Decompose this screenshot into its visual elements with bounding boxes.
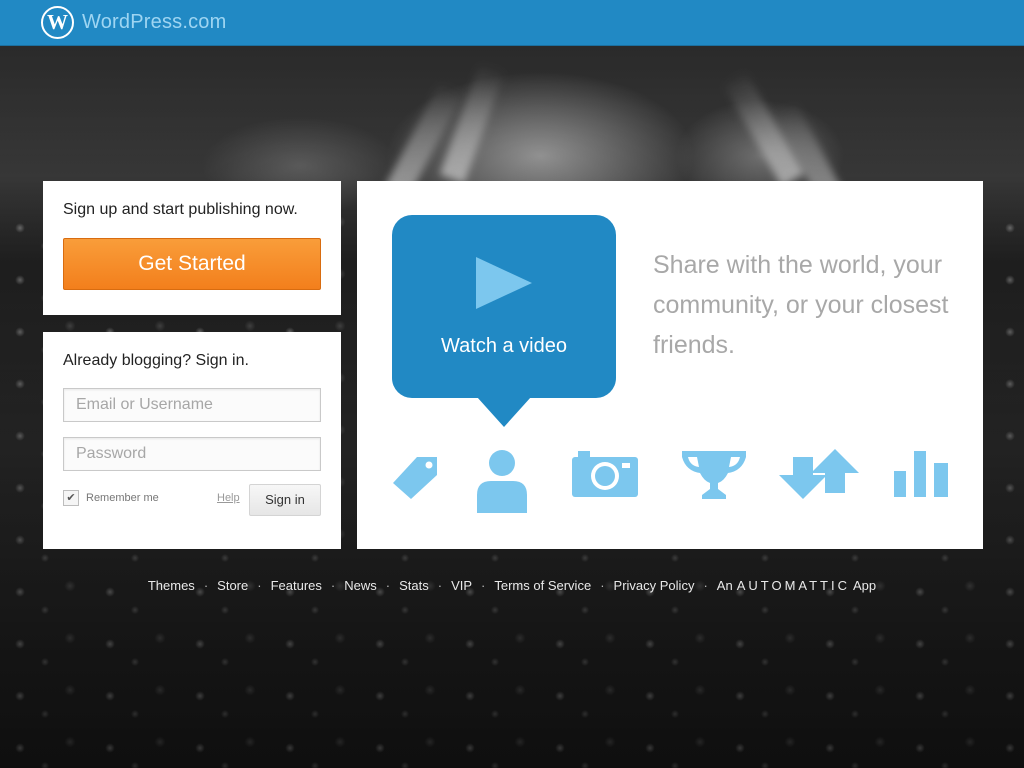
play-icon: [476, 257, 532, 309]
footer-link-privacy[interactable]: Privacy Policy: [614, 578, 695, 593]
footer-link-store[interactable]: Store: [217, 578, 248, 593]
top-bar: W WordPress.com: [0, 0, 1024, 46]
footer-link-stats[interactable]: Stats: [399, 578, 429, 593]
signin-panel: Already blogging? Sign in. ✔ Remember me…: [43, 332, 341, 549]
footer-link-features[interactable]: Features: [271, 578, 322, 593]
promo-panel: Watch a video Share with the world, your…: [357, 181, 983, 549]
wordpress-logo-icon: W: [41, 6, 74, 39]
remember-me-label: Remember me: [86, 492, 159, 504]
automattic-logo-link[interactable]: AUTOMATTIC: [737, 578, 850, 593]
reblog-icon[interactable]: [777, 449, 861, 499]
checkmark-icon: ✔: [63, 490, 79, 506]
email-username-input[interactable]: [63, 388, 321, 422]
tag-icon[interactable]: [391, 453, 441, 499]
credit-prefix: An: [716, 578, 733, 593]
password-input[interactable]: [63, 437, 321, 471]
get-started-button[interactable]: Get Started: [63, 238, 321, 290]
feature-icon-row: [357, 449, 983, 519]
footer-link-terms[interactable]: Terms of Service: [494, 578, 591, 593]
watch-video-button[interactable]: Watch a video: [392, 215, 616, 427]
trophy-icon[interactable]: [682, 451, 746, 499]
remember-me-checkbox[interactable]: ✔ Remember me: [63, 490, 159, 506]
camera-icon[interactable]: [572, 451, 638, 497]
brand-name: WordPress.com: [82, 11, 227, 33]
footer-link-news[interactable]: News: [344, 578, 377, 593]
tagline: Share with the world, your community, or…: [653, 251, 949, 359]
signup-headline: Sign up and start publishing now.: [63, 201, 298, 218]
speech-bubble-tail: [477, 397, 531, 427]
credit-suffix: App: [853, 578, 877, 593]
footer-link-vip[interactable]: VIP: [451, 578, 472, 593]
watch-video-label: Watch a video: [441, 335, 567, 357]
signup-panel: Sign up and start publishing now. Get St…: [43, 181, 341, 315]
footer-link-themes[interactable]: Themes: [148, 578, 195, 593]
help-link[interactable]: Help: [217, 492, 240, 504]
brand-link[interactable]: W WordPress.com: [41, 6, 227, 39]
user-icon[interactable]: [476, 449, 528, 513]
footer-links: Themes · Store · Features · News · Stats · VIP · Ter…: [147, 578, 877, 593]
sign-in-button[interactable]: Sign in: [249, 484, 321, 516]
stats-icon[interactable]: [894, 451, 948, 497]
signin-headline: Already blogging? Sign in.: [63, 352, 249, 369]
